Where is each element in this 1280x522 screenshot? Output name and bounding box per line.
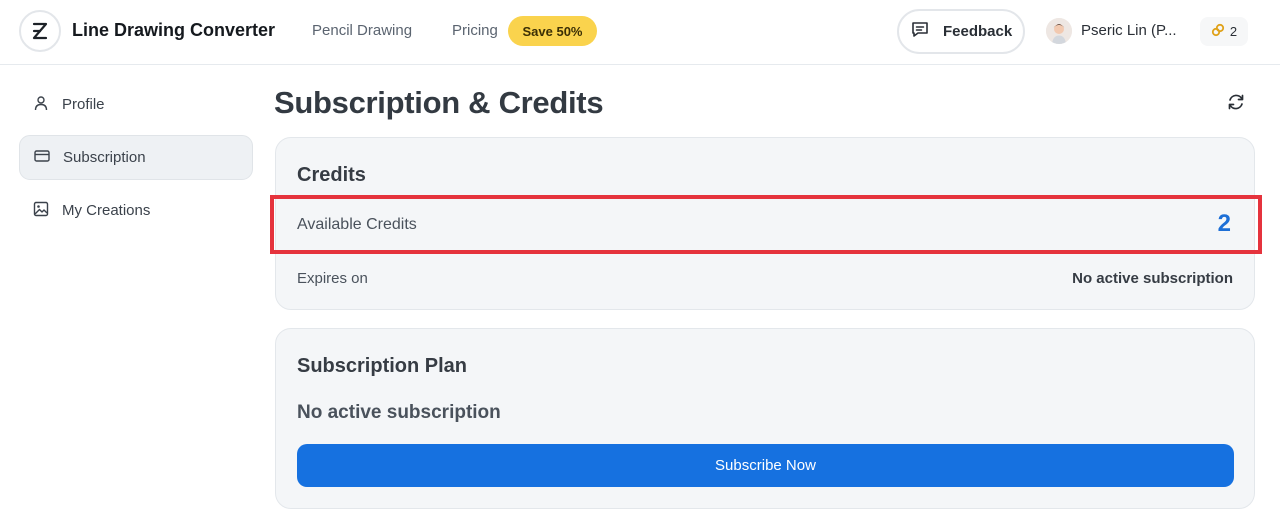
avatar[interactable]	[1046, 18, 1072, 44]
credits-heading: Credits	[297, 164, 366, 186]
credits-count: 2	[1229, 24, 1238, 39]
user-name[interactable]: Pseric Lin (P...	[1081, 22, 1177, 39]
pricing-discount-badge[interactable]: Save 50%	[508, 16, 597, 46]
available-credits-label: Available Credits	[297, 216, 417, 233]
message-icon	[910, 19, 930, 44]
feedback-label: Feedback	[943, 23, 1013, 40]
top-header: Line Drawing Converter Pencil Drawing Pr…	[0, 0, 1280, 65]
subscribe-now-button[interactable]: Subscribe Now	[297, 444, 1234, 487]
page-title: Subscription & Credits	[274, 85, 604, 120]
available-credits-value: 2	[1217, 210, 1231, 237]
logo-icon[interactable]	[19, 10, 61, 52]
sidebar-item-subscription[interactable]: Subscription	[19, 135, 253, 180]
user-icon	[33, 95, 49, 115]
expires-value: No active subscription	[1072, 270, 1233, 287]
sidebar-item-label: Profile	[62, 96, 105, 113]
nav-link-pencil-drawing[interactable]: Pencil Drawing	[312, 22, 412, 39]
subscription-plan-card: Subscription Plan No active subscription…	[275, 328, 1255, 509]
link-coins-icon	[1211, 23, 1225, 40]
app-title[interactable]: Line Drawing Converter	[72, 20, 275, 41]
sidebar-item-profile[interactable]: Profile	[19, 82, 253, 127]
credits-balance-pill[interactable]: 2	[1200, 17, 1248, 46]
expires-label: Expires on	[297, 270, 368, 287]
credits-card: Credits Available Credits 2 Expires on N…	[270, 137, 1262, 310]
sidebar-item-label: Subscription	[63, 149, 146, 166]
credit-card-icon	[34, 148, 50, 168]
sidebar-item-label: My Creations	[62, 202, 151, 219]
plan-heading: Subscription Plan	[297, 355, 468, 377]
available-credits-highlight: Available Credits 2	[270, 195, 1262, 254]
feedback-button[interactable]: Feedback	[897, 9, 1025, 54]
nav-link-pricing[interactable]: Pricing	[452, 22, 498, 39]
image-icon	[33, 201, 49, 221]
plan-status: No active subscription	[297, 402, 501, 423]
refresh-icon[interactable]	[1225, 91, 1247, 113]
sidebar-item-my-creations[interactable]: My Creations	[19, 188, 253, 233]
